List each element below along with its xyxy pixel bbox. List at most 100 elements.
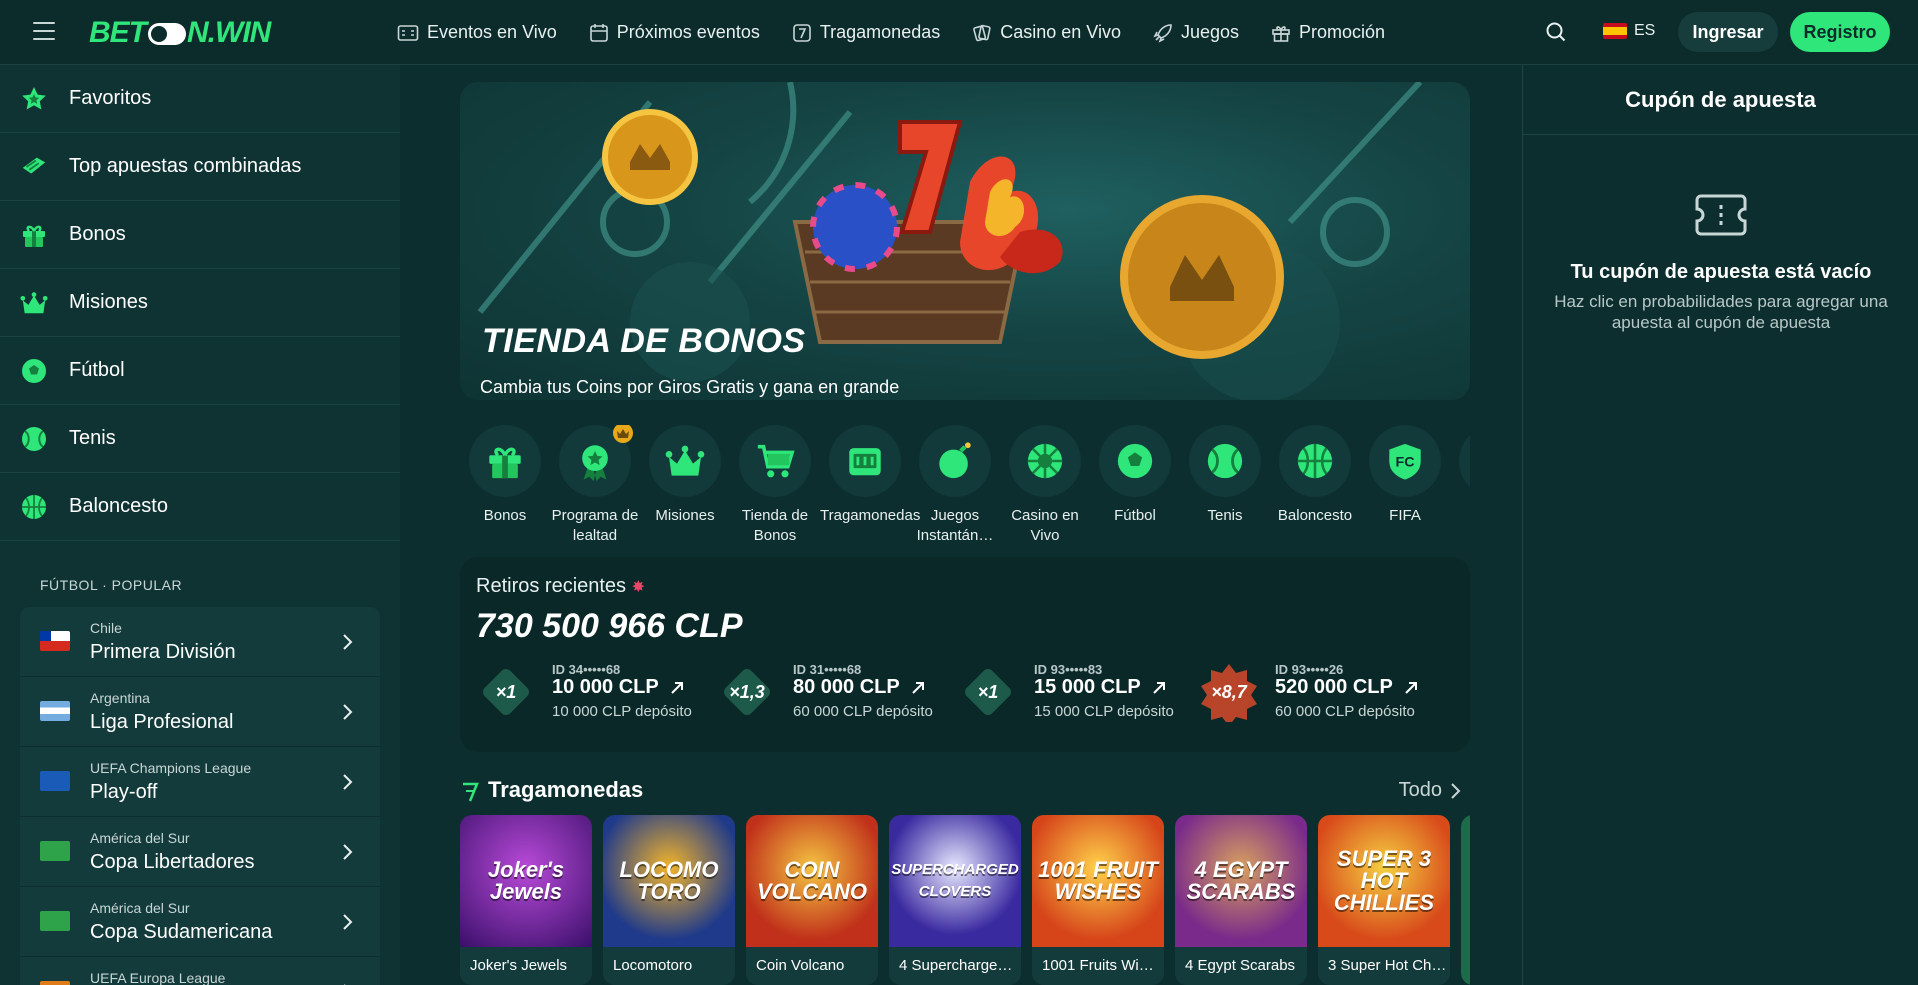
sidebar-item-label: Misiones bbox=[69, 291, 148, 313]
game-card-partial[interactable] bbox=[1461, 815, 1470, 985]
sidebar-item-label: Tenis bbox=[69, 427, 116, 449]
game-card[interactable]: SUPERCHARGED CLOVERS 4 Supercharge… bbox=[889, 815, 1021, 985]
recent-withdrawals-panel: Retiros recientes ✸ 730 500 966 CLP ×1 I… bbox=[460, 557, 1470, 752]
arrow-up-right-icon bbox=[1405, 681, 1417, 694]
league-item[interactable]: UEFA Champions League Play-off bbox=[20, 747, 380, 817]
league-country: América del Sur bbox=[90, 900, 190, 916]
category-label: Casino en Vivo bbox=[1011, 507, 1079, 544]
withdrawal-amount: 10 000 CLP bbox=[552, 676, 659, 698]
category-bonus-shop[interactable]: Tienda de Bonos bbox=[730, 425, 820, 545]
game-title: 1001 Fruits Wi… bbox=[1042, 957, 1154, 974]
category-fifa[interactable]: FC FIFA bbox=[1360, 425, 1450, 526]
category-bonuses[interactable]: Bonos bbox=[460, 425, 550, 526]
category-basketball[interactable]: Baloncesto bbox=[1270, 425, 1360, 526]
league-country: Argentina bbox=[90, 690, 150, 706]
star-icon bbox=[20, 85, 48, 113]
league-country: América del Sur bbox=[90, 830, 190, 846]
sidebar-item-top-combos[interactable]: Top apuestas combinadas bbox=[0, 133, 400, 201]
withdrawal-deposit: 15 000 CLP depósito bbox=[1034, 703, 1174, 720]
game-thumbnail: SUPERCHARGED CLOVERS bbox=[889, 815, 1021, 947]
login-button[interactable]: Ingresar bbox=[1678, 12, 1778, 52]
site-logo[interactable]: BET N.WIN bbox=[89, 16, 271, 50]
soccer-ball-icon bbox=[20, 357, 48, 385]
crown-badge-icon bbox=[613, 425, 633, 443]
withdrawals-title-text: Retiros recientes bbox=[476, 575, 627, 597]
category-more[interactable] bbox=[1450, 425, 1470, 497]
chevron-right-icon bbox=[343, 634, 353, 650]
betslip-panel: Cupón de apuesta Tu cupón de apuesta est… bbox=[1522, 65, 1918, 985]
league-country: UEFA Champions League bbox=[90, 760, 252, 776]
sidebar-item-basketball[interactable]: Baloncesto bbox=[0, 473, 400, 541]
league-item[interactable]: Chile Primera División bbox=[20, 607, 380, 677]
shopping-cart-icon bbox=[757, 444, 795, 478]
sidebar-item-label: Top apuestas combinadas bbox=[69, 155, 302, 177]
multiplier-badge: ×1 bbox=[958, 662, 1018, 722]
hamburger-menu-icon[interactable] bbox=[33, 22, 55, 42]
game-title: Joker's Jewels bbox=[470, 957, 568, 974]
game-card[interactable]: Joker's Jewels Joker's Jewels bbox=[460, 815, 592, 985]
logo-text-bet: BET bbox=[89, 16, 147, 49]
league-item[interactable]: UEFA Europa League bbox=[20, 957, 380, 985]
category-label: Tenis bbox=[1207, 507, 1243, 524]
see-all-slots-link[interactable]: Todo bbox=[1399, 779, 1462, 802]
sidebar-item-bonuses[interactable]: Bonos bbox=[0, 201, 400, 269]
calendar-icon bbox=[589, 23, 608, 42]
withdrawal-win: 10 000 CLP bbox=[552, 676, 685, 699]
category-football[interactable]: Fútbol bbox=[1090, 425, 1180, 526]
withdrawal-item: ×1,3 ID 31•••••68 80 000 CLP 60 000 CLP … bbox=[713, 662, 948, 732]
empty-ticket-icon bbox=[1695, 194, 1747, 236]
search-icon[interactable] bbox=[1545, 21, 1567, 43]
sidebar-item-tennis[interactable]: Tenis bbox=[0, 405, 400, 473]
sidebar-item-football[interactable]: Fútbol bbox=[0, 337, 400, 405]
slots-carousel: Joker's Jewels Joker's Jewels LOCOMO TOR… bbox=[460, 815, 1470, 985]
south-america-flag-icon bbox=[40, 841, 70, 861]
league-name: Copa Libertadores bbox=[90, 851, 255, 873]
game-card[interactable]: SUPER 3 HOT CHILLIES 3 Super Hot Ch… bbox=[1318, 815, 1450, 985]
category-loyalty-program[interactable]: Programa de lealtad bbox=[550, 425, 640, 545]
multiplier-value: ×1 bbox=[977, 681, 999, 702]
nav-item-live-events[interactable]: Eventos en Vivo bbox=[397, 22, 557, 43]
rocket-icon bbox=[1153, 23, 1172, 43]
language-selector[interactable]: ES bbox=[1603, 22, 1655, 40]
category-missions[interactable]: Misiones bbox=[640, 425, 730, 526]
game-card[interactable]: COIN VOLCANO Coin Volcano bbox=[746, 815, 878, 985]
live-star-icon: ✸ bbox=[631, 579, 646, 596]
sidebar-item-missions[interactable]: Misiones bbox=[0, 269, 400, 337]
game-title: 3 Super Hot Ch… bbox=[1328, 957, 1447, 974]
game-card[interactable]: 4 EGYPT SCARABS 4 Egypt Scarabs bbox=[1175, 815, 1307, 985]
slot-seven-icon bbox=[463, 782, 479, 802]
nav-item-upcoming-events[interactable]: Próximos eventos bbox=[589, 22, 760, 43]
league-item[interactable]: América del Sur Copa Sudamericana bbox=[20, 887, 380, 957]
nav-label: Próximos eventos bbox=[616, 22, 760, 42]
nav-item-promotion[interactable]: Promoción bbox=[1271, 22, 1385, 43]
promo-banner[interactable]: TIENDA DE BONOS Cambia tus Coins por Gir… bbox=[460, 82, 1470, 400]
category-tennis[interactable]: Tenis bbox=[1180, 425, 1270, 526]
withdrawal-deposit: 60 000 CLP depósito bbox=[793, 703, 933, 720]
category-live-casino[interactable]: Casino en Vivo bbox=[1000, 425, 1090, 545]
gift-icon bbox=[489, 447, 521, 479]
slot-seven-icon bbox=[793, 23, 811, 42]
withdrawal-amount: 80 000 CLP bbox=[793, 676, 900, 698]
league-item[interactable]: Argentina Liga Profesional bbox=[20, 677, 380, 747]
europa-league-flag-icon bbox=[40, 981, 70, 985]
game-title: Coin Volcano bbox=[756, 957, 845, 974]
sidebar-item-favorites[interactable]: Favoritos bbox=[0, 65, 400, 133]
roulette-icon bbox=[1027, 443, 1063, 479]
game-card[interactable]: LOCOMO TORO Locomotoro bbox=[603, 815, 735, 985]
withdrawal-user-id: ID 93•••••26 bbox=[1275, 662, 1344, 677]
category-slots[interactable]: Tragamonedas bbox=[820, 425, 920, 526]
league-item[interactable]: América del Sur Copa Libertadores bbox=[20, 817, 380, 887]
game-thumbnail: SUPER 3 HOT CHILLIES bbox=[1318, 815, 1450, 947]
spain-flag-icon bbox=[1603, 23, 1627, 39]
category-instant-games[interactable]: Juegos Instantán… bbox=[910, 425, 1000, 545]
multiplier-value: ×8,7 bbox=[1211, 681, 1247, 702]
withdrawal-win: 80 000 CLP bbox=[793, 676, 926, 699]
nav-item-slots[interactable]: Tragamonedas bbox=[792, 22, 940, 43]
withdrawals-title: Retiros recientes ✸ bbox=[476, 575, 645, 598]
nav-item-games[interactable]: Juegos bbox=[1153, 22, 1239, 43]
game-thumbnail: LOCOMO TORO bbox=[603, 815, 735, 947]
game-card[interactable]: 1001 FRUIT WISHES 1001 Fruits Wi… bbox=[1032, 815, 1164, 985]
nav-item-live-casino[interactable]: Casino en Vivo bbox=[972, 22, 1121, 43]
sidebar-item-label: Fútbol bbox=[69, 359, 125, 381]
register-button[interactable]: Registro bbox=[1790, 12, 1890, 52]
